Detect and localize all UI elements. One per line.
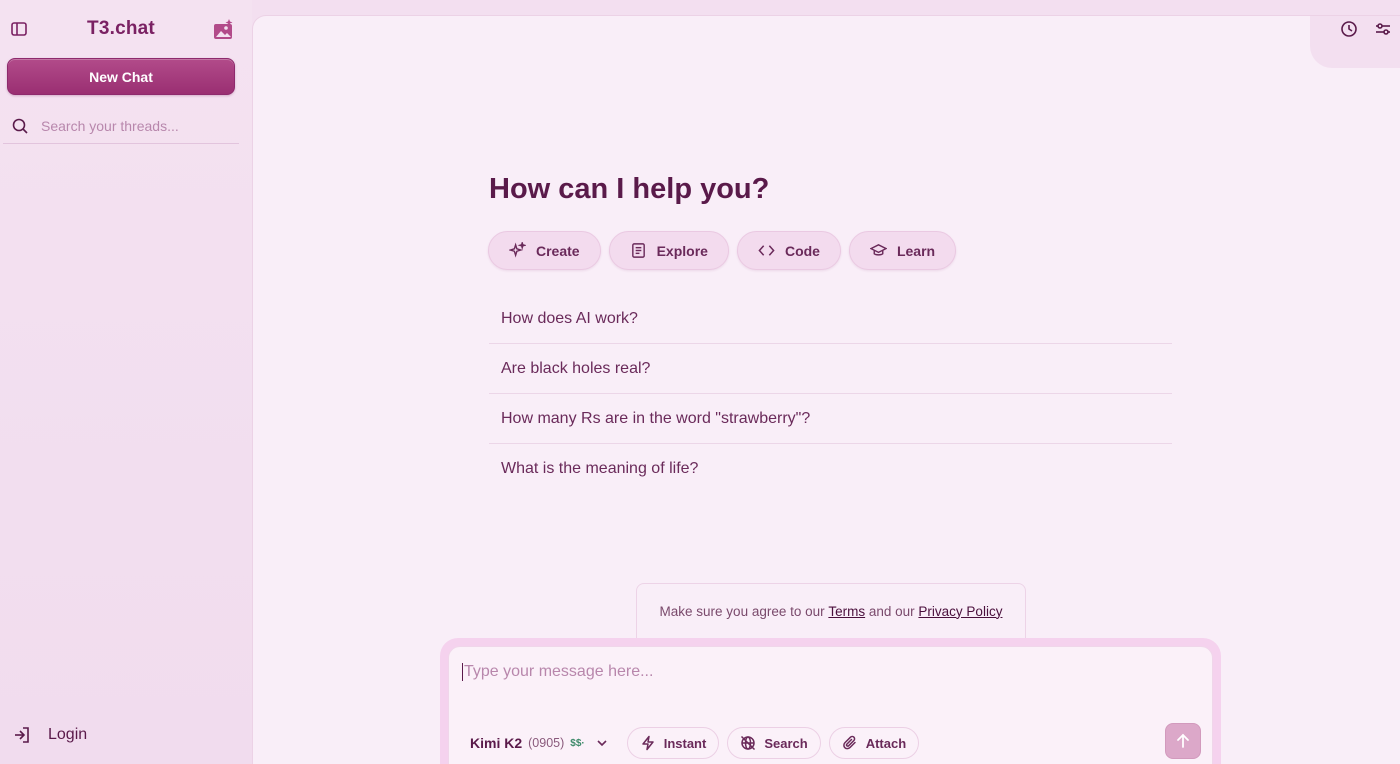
login-button[interactable]: Login [12,722,87,748]
new-chat-button[interactable]: New Chat [7,58,235,95]
learn-label: Learn [896,242,936,259]
create-button[interactable]: Create [488,231,601,270]
suggestion-list: How does AI work? Are black holes real? … [489,294,1172,494]
search-icon [12,118,28,134]
learn-button[interactable]: Learn [848,231,957,270]
lightning-icon [641,735,654,751]
login-label: Login [48,726,88,743]
suggestion-item[interactable]: How does AI work? [489,294,1172,344]
message-input[interactable] [462,663,1162,681]
login-icon [15,727,29,743]
notice-middle: and our [865,603,919,619]
history-clock-icon[interactable] [1340,20,1358,38]
suggestion-item[interactable]: How many Rs are in the word "strawberry"… [489,394,1172,444]
model-selector[interactable]: Kimi K2 (0905) $$· [470,735,609,751]
composer-controls: Kimi K2 (0905) $$· Instant Search Attach [470,727,927,759]
privacy-policy-link[interactable]: Privacy Policy [918,604,1002,619]
thread-search [3,108,239,144]
send-button[interactable] [1165,723,1201,759]
newspaper-icon [631,243,645,258]
graduation-cap-icon [869,244,887,256]
arrow-up-icon [1177,733,1189,748]
globe-off-icon [741,735,756,751]
suggestion-item[interactable]: Are black holes real? [489,344,1172,394]
suggestion-item[interactable]: What is the meaning of life? [489,444,1172,494]
sidebar: T3.chat New Chat Login [0,0,252,764]
model-name: Kimi K2 [470,735,523,751]
page-title: How can I help you? [489,173,770,205]
instant-label: Instant [663,735,707,751]
code-button[interactable]: Code [736,231,841,270]
composer: Kimi K2 (0905) $$· Instant [448,646,1213,764]
composer-frame: Kimi K2 (0905) $$· Instant [440,638,1221,764]
settings-sliders-icon[interactable] [1374,20,1392,38]
app-title: T3.chat [87,18,155,39]
terms-notice: Make sure you agree to our Terms and our… [636,583,1026,638]
attach-button[interactable]: Attach [828,727,920,759]
attach-label: Attach [865,735,907,751]
instant-button[interactable]: Instant [626,727,720,759]
code-icon [758,245,775,256]
sparkles-icon [509,242,526,258]
search-label: Search [764,735,808,751]
image-gallery-icon[interactable] [211,18,235,42]
search-toggle-button[interactable]: Search [727,727,821,759]
chevron-down-icon [597,740,607,747]
notice-prefix: Make sure you agree to our [659,603,829,619]
paperclip-icon [842,735,856,750]
model-version: (0905) [528,736,565,750]
code-label: Code [784,242,820,259]
category-buttons: Create Explore Code Learn [488,231,957,270]
create-label: Create [536,242,580,259]
explore-label: Explore [656,242,708,259]
explore-button[interactable]: Explore [608,231,729,270]
app-root: T3.chat New Chat Login [0,0,1400,764]
terms-link[interactable]: Terms [828,604,865,619]
thread-search-input[interactable] [41,117,231,134]
model-cost-badge: $$· [570,737,585,749]
